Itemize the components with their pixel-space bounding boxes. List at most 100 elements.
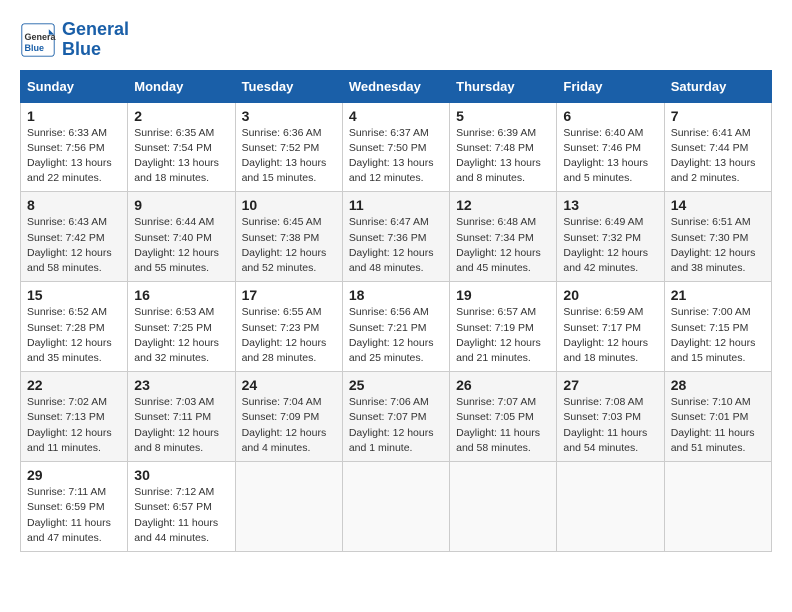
day-number: 6 [563, 108, 657, 124]
calendar-cell: 17 Sunrise: 6:55 AMSunset: 7:23 PMDayligh… [235, 282, 342, 372]
weekday-header-tuesday: Tuesday [235, 70, 342, 102]
calendar-week-row: 29Sunrise: 7:11 AMSunset: 6:59 PMDayligh… [21, 462, 772, 552]
weekday-header-sunday: Sunday [21, 70, 128, 102]
day-number: 20 [563, 287, 657, 303]
day-detail: Sunrise: 6:59 AMSunset: 7:17 PMDaylight:… [563, 306, 648, 364]
day-detail: Sunrise: 6:41 AMSunset: 7:44 PMDaylight:… [671, 127, 756, 185]
day-number: 22 [27, 377, 121, 393]
calendar-cell: 19Sunrise: 6:57 AMSunset: 7:19 PMDayligh… [450, 282, 557, 372]
calendar-cell: 1 Sunrise: 6:33 AMSunset: 7:56 PMDaylight… [21, 102, 128, 192]
page-header: General Blue GeneralBlue [20, 20, 772, 60]
calendar-cell: 6 Sunrise: 6:40 AMSunset: 7:46 PMDaylight… [557, 102, 664, 192]
calendar-cell: 28 Sunrise: 7:10 AMSunset: 7:01 PMDayligh… [664, 372, 771, 462]
calendar-week-row: 15 Sunrise: 6:52 AMSunset: 7:28 PMDayligh… [21, 282, 772, 372]
day-detail: Sunrise: 7:08 AMSunset: 7:03 PMDaylight:… [563, 396, 647, 454]
calendar-cell: 12 Sunrise: 6:48 AMSunset: 7:34 PMDayligh… [450, 192, 557, 282]
day-detail: Sunrise: 6:48 AMSunset: 7:34 PMDaylight:… [456, 216, 541, 274]
logo-text: GeneralBlue [62, 20, 129, 60]
day-number: 27 [563, 377, 657, 393]
day-detail: Sunrise: 6:43 AMSunset: 7:42 PMDaylight:… [27, 216, 112, 274]
day-detail: Sunrise: 6:36 AMSunset: 7:52 PMDaylight:… [242, 127, 327, 185]
day-number: 23 [134, 377, 228, 393]
day-number: 16 [134, 287, 228, 303]
calendar-cell: 10 Sunrise: 6:45 AMSunset: 7:38 PMDayligh… [235, 192, 342, 282]
calendar-cell: 15 Sunrise: 6:52 AMSunset: 7:28 PMDayligh… [21, 282, 128, 372]
calendar-week-row: 22 Sunrise: 7:02 AMSunset: 7:13 PMDayligh… [21, 372, 772, 462]
day-number: 19 [456, 287, 550, 303]
day-number: 11 [349, 197, 443, 213]
day-number: 15 [27, 287, 121, 303]
day-number: 12 [456, 197, 550, 213]
day-detail: Sunrise: 6:56 AMSunset: 7:21 PMDaylight:… [349, 306, 434, 364]
day-detail: Sunrise: 6:49 AMSunset: 7:32 PMDaylight:… [563, 216, 648, 274]
day-detail: Sunrise: 7:11 AMSunset: 6:59 PMDaylight:… [27, 486, 111, 544]
calendar-cell [664, 462, 771, 552]
day-detail: Sunrise: 7:07 AMSunset: 7:05 PMDaylight:… [456, 396, 540, 454]
day-detail: Sunrise: 7:10 AMSunset: 7:01 PMDaylight:… [671, 396, 755, 454]
calendar-cell: 2 Sunrise: 6:35 AMSunset: 7:54 PMDaylight… [128, 102, 235, 192]
calendar-cell: 23 Sunrise: 7:03 AMSunset: 7:11 PMDayligh… [128, 372, 235, 462]
logo-icon: General Blue [20, 22, 56, 58]
weekday-header-wednesday: Wednesday [342, 70, 449, 102]
day-number: 5 [456, 108, 550, 124]
calendar-cell: 20 Sunrise: 6:59 AMSunset: 7:17 PMDayligh… [557, 282, 664, 372]
day-detail: Sunrise: 6:40 AMSunset: 7:46 PMDaylight:… [563, 127, 648, 185]
day-detail: Sunrise: 6:47 AMSunset: 7:36 PMDaylight:… [349, 216, 434, 274]
day-number: 28 [671, 377, 765, 393]
logo: General Blue GeneralBlue [20, 20, 129, 60]
weekday-header-friday: Friday [557, 70, 664, 102]
day-number: 21 [671, 287, 765, 303]
day-detail: Sunrise: 6:52 AMSunset: 7:28 PMDaylight:… [27, 306, 112, 364]
day-detail: Sunrise: 6:33 AMSunset: 7:56 PMDaylight:… [27, 127, 112, 185]
calendar-week-row: 1 Sunrise: 6:33 AMSunset: 7:56 PMDaylight… [21, 102, 772, 192]
calendar-cell: 30Sunrise: 7:12 AMSunset: 6:57 PMDayligh… [128, 462, 235, 552]
calendar-cell: 11 Sunrise: 6:47 AMSunset: 7:36 PMDayligh… [342, 192, 449, 282]
day-detail: Sunrise: 6:45 AMSunset: 7:38 PMDaylight:… [242, 216, 327, 274]
calendar-cell [450, 462, 557, 552]
day-detail: Sunrise: 7:00 AMSunset: 7:15 PMDaylight:… [671, 306, 756, 364]
day-number: 4 [349, 108, 443, 124]
calendar-cell: 26Sunrise: 7:07 AMSunset: 7:05 PMDayligh… [450, 372, 557, 462]
day-number: 17 [242, 287, 336, 303]
day-detail: Sunrise: 7:12 AMSunset: 6:57 PMDaylight:… [134, 486, 218, 544]
day-detail: Sunrise: 6:39 AMSunset: 7:48 PMDaylight:… [456, 127, 541, 185]
day-number: 18 [349, 287, 443, 303]
weekday-header-row: SundayMondayTuesdayWednesdayThursdayFrid… [21, 70, 772, 102]
calendar-cell: 16Sunrise: 6:53 AMSunset: 7:25 PMDayligh… [128, 282, 235, 372]
calendar-cell: 25Sunrise: 7:06 AMSunset: 7:07 PMDayligh… [342, 372, 449, 462]
weekday-header-saturday: Saturday [664, 70, 771, 102]
calendar-cell: 18 Sunrise: 6:56 AMSunset: 7:21 PMDayligh… [342, 282, 449, 372]
day-number: 3 [242, 108, 336, 124]
calendar-cell: 29Sunrise: 7:11 AMSunset: 6:59 PMDayligh… [21, 462, 128, 552]
calendar-cell: 22 Sunrise: 7:02 AMSunset: 7:13 PMDayligh… [21, 372, 128, 462]
day-number: 2 [134, 108, 228, 124]
day-detail: Sunrise: 6:51 AMSunset: 7:30 PMDaylight:… [671, 216, 756, 274]
calendar-cell [342, 462, 449, 552]
day-number: 24 [242, 377, 336, 393]
calendar-cell [557, 462, 664, 552]
calendar-cell [235, 462, 342, 552]
day-number: 1 [27, 108, 121, 124]
weekday-header-thursday: Thursday [450, 70, 557, 102]
svg-text:Blue: Blue [25, 43, 45, 53]
calendar-week-row: 8 Sunrise: 6:43 AMSunset: 7:42 PMDaylight… [21, 192, 772, 282]
day-detail: Sunrise: 6:55 AMSunset: 7:23 PMDaylight:… [242, 306, 327, 364]
day-detail: Sunrise: 7:02 AMSunset: 7:13 PMDaylight:… [27, 396, 112, 454]
calendar-cell: 27 Sunrise: 7:08 AMSunset: 7:03 PMDayligh… [557, 372, 664, 462]
day-number: 9 [134, 197, 228, 213]
day-number: 8 [27, 197, 121, 213]
day-number: 10 [242, 197, 336, 213]
day-number: 7 [671, 108, 765, 124]
calendar-cell: 24Sunrise: 7:04 AMSunset: 7:09 PMDayligh… [235, 372, 342, 462]
calendar-table: SundayMondayTuesdayWednesdayThursdayFrid… [20, 70, 772, 552]
day-detail: Sunrise: 6:35 AMSunset: 7:54 PMDaylight:… [134, 127, 219, 185]
day-detail: Sunrise: 7:03 AMSunset: 7:11 PMDaylight:… [134, 396, 219, 454]
calendar-cell: 3 Sunrise: 6:36 AMSunset: 7:52 PMDaylight… [235, 102, 342, 192]
calendar-cell: 4Sunrise: 6:37 AMSunset: 7:50 PMDaylight… [342, 102, 449, 192]
calendar-cell: 21 Sunrise: 7:00 AMSunset: 7:15 PMDayligh… [664, 282, 771, 372]
day-detail: Sunrise: 7:06 AMSunset: 7:07 PMDaylight:… [349, 396, 434, 454]
weekday-header-monday: Monday [128, 70, 235, 102]
day-number: 13 [563, 197, 657, 213]
calendar-cell: 7 Sunrise: 6:41 AMSunset: 7:44 PMDaylight… [664, 102, 771, 192]
calendar-cell: 14Sunrise: 6:51 AMSunset: 7:30 PMDayligh… [664, 192, 771, 282]
